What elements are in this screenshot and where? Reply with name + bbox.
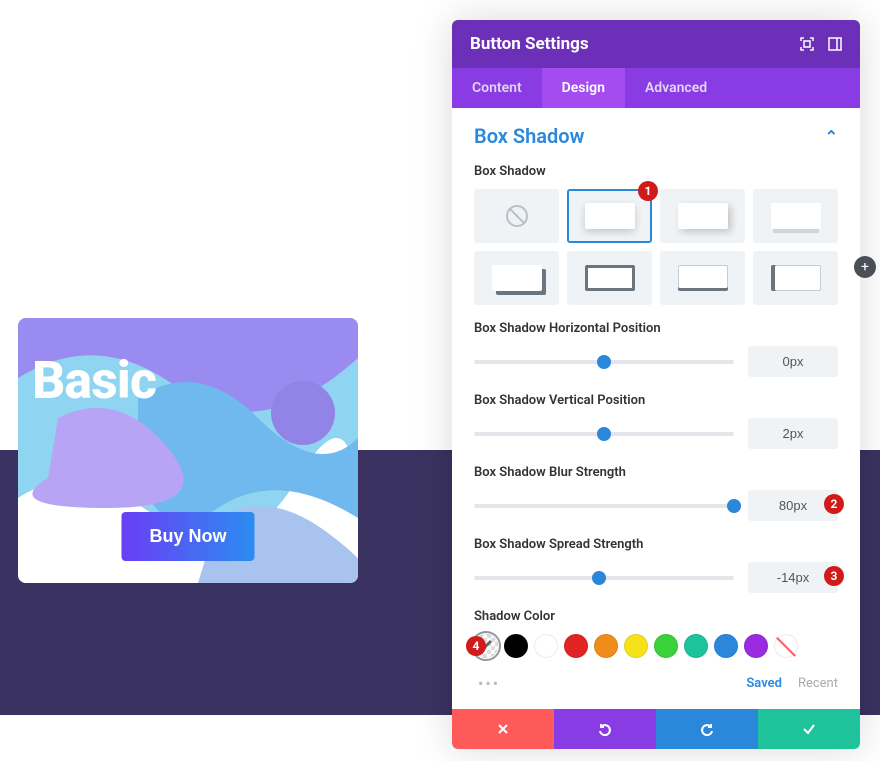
badge-1: 1 [638,181,658,201]
panel-title: Button Settings [470,34,589,54]
tab-advanced[interactable]: Advanced [625,68,727,108]
preview-card: Basic Buy Now [18,318,358,583]
slider-vpos[interactable] [474,432,734,436]
close-button[interactable] [452,709,554,749]
swatch-none[interactable] [774,634,798,658]
shadow-option-none[interactable] [474,189,559,243]
link-recent[interactable]: Recent [798,676,838,691]
label-shadow-style: Box Shadow [474,164,838,179]
settings-panel: Button Settings Content Design Advanced … [452,20,860,749]
panel-header: Button Settings Content Design Advanced [452,20,860,108]
panel-body: Box Shadow ⌃ Box Shadow 1 Box Shadow Hor… [452,108,860,709]
slider-spread[interactable] [474,576,734,580]
shadow-option-1[interactable]: 1 [567,189,652,243]
redo-button[interactable] [656,709,758,749]
label-hpos: Box Shadow Horizontal Position [474,321,838,336]
confirm-button[interactable] [758,709,860,749]
label-spread: Box Shadow Spread Strength [474,537,838,552]
dock-icon[interactable] [828,37,842,51]
shadow-option-5[interactable] [567,251,652,305]
input-hpos[interactable] [748,346,838,377]
more-options-icon[interactable]: ••• [474,674,500,693]
chevron-up-icon: ⌃ [825,127,838,146]
slider-hpos[interactable] [474,360,734,364]
tabs: Content Design Advanced [452,68,860,108]
buy-now-button[interactable]: Buy Now [121,512,254,561]
section-header[interactable]: Box Shadow ⌃ [474,124,838,148]
expand-icon[interactable] [800,37,814,51]
shadow-style-grid: 1 [474,189,838,305]
tab-design[interactable]: Design [542,68,625,108]
badge-4: 4 [466,636,486,656]
badge-2: 2 [824,494,844,514]
link-saved[interactable]: Saved [746,676,782,691]
swatch-red[interactable] [564,634,588,658]
label-blur: Box Shadow Blur Strength [474,465,838,480]
preview-plan-title: Basic [32,350,156,411]
swatch-teal[interactable] [684,634,708,658]
section-title: Box Shadow [474,124,584,148]
shadow-option-7[interactable] [753,251,838,305]
swatch-purple[interactable] [744,634,768,658]
color-swatches [474,634,838,658]
label-vpos: Box Shadow Vertical Position [474,393,838,408]
shadow-option-6[interactable] [660,251,745,305]
slider-blur[interactable] [474,504,734,508]
shadow-option-2[interactable] [660,189,745,243]
label-color: Shadow Color [474,609,838,624]
shadow-option-3[interactable] [753,189,838,243]
badge-3: 3 [824,566,844,586]
none-icon [506,205,528,227]
swatch-yellow[interactable] [624,634,648,658]
input-vpos[interactable] [748,418,838,449]
tab-content[interactable]: Content [452,68,542,108]
swatch-green[interactable] [654,634,678,658]
swatch-white[interactable] [534,634,558,658]
swatch-black[interactable] [504,634,528,658]
action-bar [452,709,860,749]
shadow-option-4[interactable] [474,251,559,305]
add-section-button[interactable]: + [854,256,876,278]
undo-button[interactable] [554,709,656,749]
swatch-orange[interactable] [594,634,618,658]
swatch-blue[interactable] [714,634,738,658]
